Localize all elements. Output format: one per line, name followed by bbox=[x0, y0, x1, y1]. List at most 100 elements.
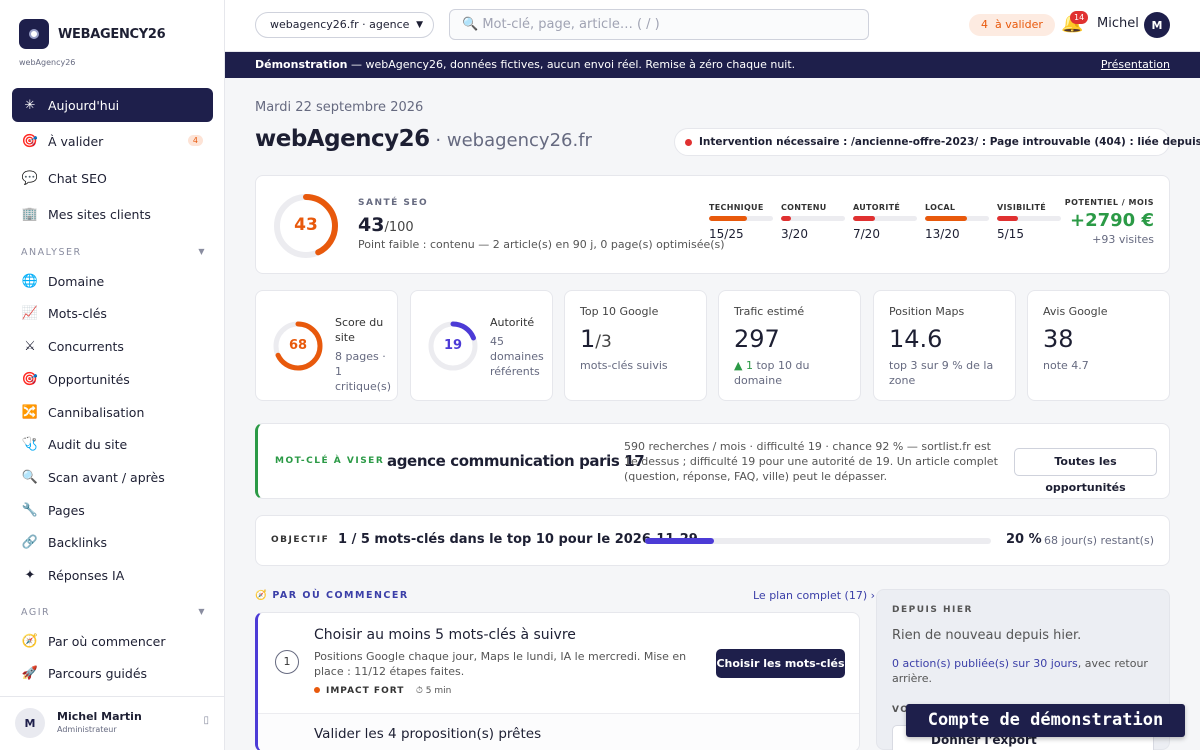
nav-item-audit-du-site[interactable]: 🩺 Audit du site bbox=[12, 427, 213, 461]
nav-item-par-ou-commencer[interactable]: 🧭 Par où commencer bbox=[12, 624, 213, 658]
step-row-2[interactable]: Valider les 4 proposition(s) prêtes bbox=[258, 713, 859, 750]
sparkle-icon: ✳ bbox=[24, 97, 36, 113]
sidebar-user[interactable]: M Michel Martin Administrateur ▯ bbox=[0, 696, 225, 750]
health-caption: SANTÉ SEO bbox=[358, 198, 429, 208]
section-agir[interactable]: AGIR ▼ bbox=[21, 607, 206, 618]
demo-banner-title: Démonstration bbox=[255, 58, 348, 71]
all-opportunities-button[interactable]: Toutes les opportunités bbox=[1014, 448, 1157, 494]
nav-label: Domaine bbox=[48, 273, 105, 289]
subscore-autorite: AUTORITÉ 7/20 bbox=[853, 203, 917, 241]
kpi-number: 297 bbox=[734, 325, 780, 353]
kpi-title: Avis Google bbox=[1043, 305, 1108, 318]
site-score-text: Score du site 8 pages · 1 critique(s) bbox=[335, 315, 395, 394]
kpi-traffic[interactable]: Trafic estimé 297 ▲ 1 top 10 du domaine bbox=[718, 290, 861, 401]
step-description: Positions Google chaque jour, Maps le lu… bbox=[314, 650, 687, 678]
nav-item-cannibalisation[interactable]: 🔀 Cannibalisation bbox=[12, 395, 213, 429]
kpi-authority[interactable]: 19 Autorité 45 domaines référents bbox=[410, 290, 553, 401]
target-description: 590 recherches / mois · difficulté 19 · … bbox=[624, 440, 998, 483]
section-label: ANALYSER bbox=[21, 247, 82, 258]
brand[interactable]: WEBAGENCY26 bbox=[19, 19, 166, 49]
chevron-down-icon: ▼ bbox=[416, 20, 423, 30]
kpi-number: 38 bbox=[1043, 325, 1074, 353]
top-user-name[interactable]: Michel bbox=[1097, 16, 1139, 31]
full-plan-link[interactable]: Le plan complet (17) › bbox=[753, 589, 875, 602]
nav-item-concurrents[interactable]: ⚔ Concurrents bbox=[12, 329, 213, 363]
kpi-maps[interactable]: Position Maps 14.6 top 3 sur 9 % de la z… bbox=[873, 290, 1016, 401]
health-score-max: /100 bbox=[384, 220, 414, 235]
kpi-title: Position Maps bbox=[889, 305, 965, 318]
chevron-down-icon: ▼ bbox=[198, 247, 206, 256]
kpi-sub: note 4.7 bbox=[1043, 359, 1089, 372]
search-input[interactable]: 🔍 Mot-clé, page, article… ( / ) bbox=[449, 9, 869, 40]
nav-label: Scan avant / après bbox=[48, 469, 165, 485]
nav-item-backlinks[interactable]: 🔗 Backlinks bbox=[12, 525, 213, 559]
nav-item-reponses-ia[interactable]: ✦ Réponses IA bbox=[12, 558, 213, 592]
actions-link[interactable]: 0 action(s) publiée(s) sur 30 jours bbox=[892, 657, 1078, 670]
nav-label: Chat SEO bbox=[48, 170, 107, 186]
kpi-title: Trafic estimé bbox=[734, 305, 805, 318]
since-title: Rien de nouveau depuis hier. bbox=[892, 628, 1082, 643]
presentation-link[interactable]: Présentation bbox=[1101, 52, 1170, 78]
objective-progress-bar bbox=[645, 538, 991, 544]
nav-label: Concurrents bbox=[48, 338, 124, 354]
potential-label: POTENTIEL / MOIS bbox=[1064, 198, 1154, 207]
objective-card: OBJECTIF 1 / 5 mots-clés dans le top 10 … bbox=[255, 515, 1170, 566]
avatar[interactable]: M bbox=[1144, 12, 1170, 38]
kpi-number: 1 bbox=[580, 325, 596, 353]
nav-label: Backlinks bbox=[48, 534, 107, 550]
nav-label: Cannibalisation bbox=[48, 404, 145, 420]
nav-label: Opportunités bbox=[48, 371, 130, 387]
subscore-local: LOCAL 13/20 bbox=[925, 203, 989, 241]
nav-item-a-valider[interactable]: 🎯 À valider 4 bbox=[12, 124, 213, 158]
potential-sub: +93 visites bbox=[1092, 233, 1154, 246]
start-heading: 🧭 PAR OÙ COMMENCER bbox=[255, 590, 409, 601]
demo-banner: Démonstration — webAgency26, données fic… bbox=[225, 52, 1200, 78]
nav-item-aujourdhui[interactable]: ✳ Aujourd'hui bbox=[12, 88, 213, 122]
objective-caption: OBJECTIF bbox=[271, 535, 330, 545]
step-number: 1 bbox=[275, 650, 299, 674]
nav-item-parcours-guides[interactable]: 🚀 Parcours guidés bbox=[12, 656, 213, 690]
subscore-label: LOCAL bbox=[925, 203, 956, 212]
compass-icon: 🧭 bbox=[21, 633, 39, 649]
to-validate-pill[interactable]: 4 à valider bbox=[969, 14, 1055, 36]
brand-name: WEBAGENCY26 bbox=[58, 26, 166, 42]
nav-item-opportunites[interactable]: 🎯 Opportunités bbox=[12, 362, 213, 396]
logout-icon[interactable]: ▯ bbox=[203, 715, 209, 726]
subscore-bar bbox=[781, 216, 791, 221]
nav-item-mots-cles[interactable]: 📈 Mots-clés bbox=[12, 296, 213, 330]
alert-banner[interactable]: Intervention nécessaire : /ancienne-offr… bbox=[674, 128, 1200, 156]
current-date: Mardi 22 septembre 2026 bbox=[255, 100, 424, 115]
nav-item-chat-seo[interactable]: 💬 Chat SEO bbox=[12, 161, 213, 195]
demo-banner-text: — webAgency26, données fictives, aucun e… bbox=[347, 58, 796, 71]
site-name: webAgency26 bbox=[255, 126, 430, 152]
step-meta: IMPACT FORT ⏱ 5 min bbox=[314, 686, 451, 696]
nav-item-domaine[interactable]: 🌐 Domaine bbox=[12, 264, 213, 298]
site-domain: webagency26.fr bbox=[446, 130, 592, 151]
kpi-top10[interactable]: Top 10 Google 1/3 mots-clés suivis bbox=[564, 290, 707, 401]
step-time: 5 min bbox=[425, 686, 452, 696]
site-select[interactable]: webagency26.fr · agence ▼ bbox=[255, 12, 434, 38]
subscore-label: TECHNIQUE bbox=[709, 203, 764, 212]
impact-label: IMPACT FORT bbox=[326, 686, 405, 696]
kpi-reviews[interactable]: Avis Google 38 note 4.7 bbox=[1027, 290, 1170, 401]
since-description: 0 action(s) publiée(s) sur 30 jours, ave… bbox=[892, 656, 1157, 686]
health-score-value: 43 bbox=[358, 214, 385, 236]
choose-keywords-button[interactable]: Choisir les mots-clés bbox=[716, 649, 845, 678]
step-title: Choisir au moins 5 mots-clés à suivre bbox=[314, 627, 576, 643]
nav-item-pages[interactable]: 🔧 Pages bbox=[12, 493, 213, 527]
section-analyser[interactable]: ANALYSER ▼ bbox=[21, 247, 206, 258]
subscore-label: VISIBILITÉ bbox=[997, 203, 1046, 212]
subscore-visibilite: VISIBILITÉ 5/15 bbox=[997, 203, 1061, 241]
nav-label: Audit du site bbox=[48, 436, 128, 452]
subscore-bar bbox=[709, 216, 748, 221]
topbar: webagency26.fr · agence ▼ 🔍 Mot-clé, pag… bbox=[225, 0, 1200, 52]
nav-item-mes-sites-clients[interactable]: 🏢 Mes sites clients bbox=[12, 197, 213, 231]
alert-dot-icon bbox=[685, 139, 692, 146]
subscore-value: 5/15 bbox=[997, 227, 1024, 241]
nav-item-scan-avant-apres[interactable]: 🔍 Scan avant / après bbox=[12, 460, 213, 494]
kpi-sub: ▲ 1 top 10 du domaine bbox=[734, 358, 852, 388]
target-icon: 🎯 bbox=[21, 371, 39, 387]
alert-text: Intervention nécessaire : /ancienne-offr… bbox=[699, 136, 1200, 148]
subscore-bar bbox=[853, 216, 876, 221]
kpi-site-score[interactable]: 68 Score du site 8 pages · 1 critique(s) bbox=[255, 290, 398, 401]
